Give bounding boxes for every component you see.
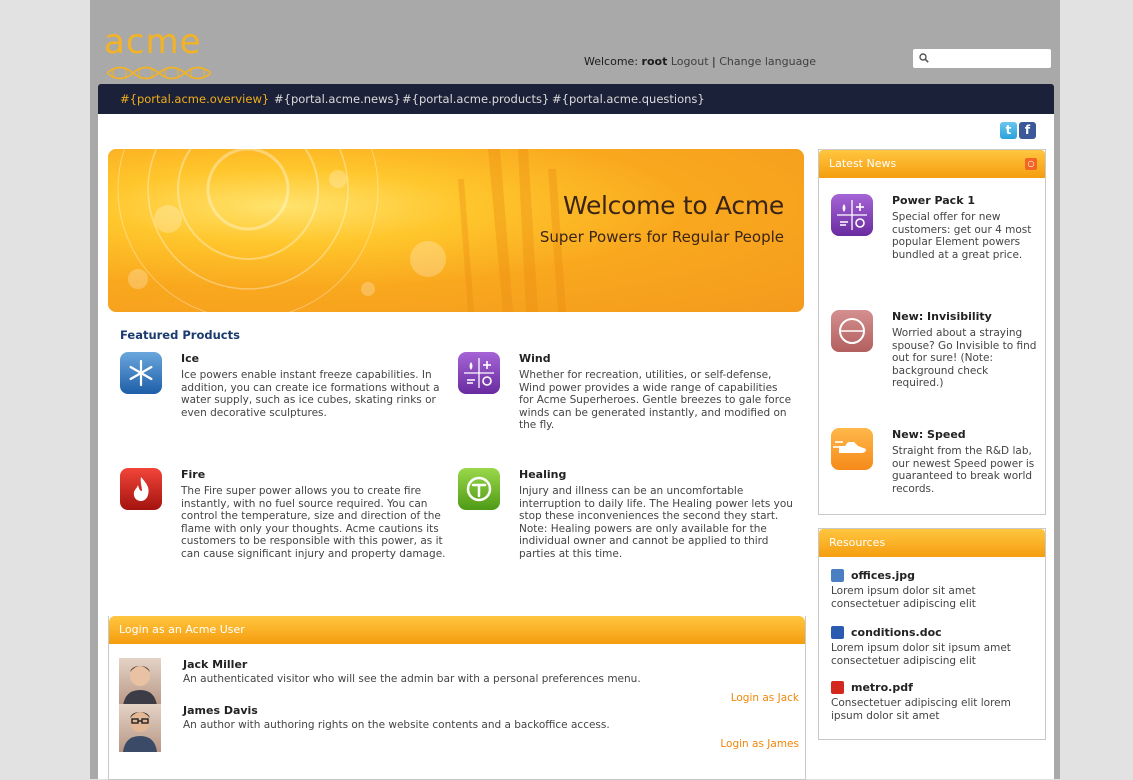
file-name[interactable]: conditions.doc bbox=[851, 626, 942, 639]
resources-heading: Resources bbox=[819, 529, 1045, 557]
latest-news-panel: Latest News ○ Power Pack 1 Special offer… bbox=[818, 149, 1046, 515]
product-description: The Fire super power allows you to creat… bbox=[181, 485, 446, 560]
news-description: Special offer for new customers: get our… bbox=[892, 211, 1032, 261]
login-panel-heading: Login as an Acme User bbox=[109, 616, 805, 644]
featured-products-heading: Featured Products bbox=[120, 328, 240, 342]
dna-icon bbox=[107, 66, 211, 80]
word-file-icon bbox=[831, 626, 844, 639]
user-description: An authenticated visitor who will see th… bbox=[183, 673, 641, 685]
healing-icon bbox=[458, 468, 500, 510]
avatar bbox=[119, 658, 161, 706]
welcome-separator: | bbox=[712, 55, 716, 68]
news-title: New: Invisibility bbox=[892, 310, 992, 323]
latest-news-title: Latest News bbox=[829, 157, 897, 170]
nav-products[interactable]: #{portal.acme.products} bbox=[402, 92, 549, 106]
nav-questions[interactable]: #{portal.acme.questions} bbox=[552, 92, 705, 106]
nav-overview[interactable]: #{portal.acme.overview} bbox=[120, 92, 269, 106]
search-icon bbox=[919, 53, 929, 63]
file-description: Lorem ipsum dolor sit amet consectetuer … bbox=[831, 585, 976, 610]
main-nav: #{portal.acme.overview} #{portal.acme.ne… bbox=[98, 84, 1054, 114]
latest-news-heading: Latest News ○ bbox=[819, 150, 1045, 178]
file-name[interactable]: metro.pdf bbox=[851, 681, 913, 694]
file-name[interactable]: offices.jpg bbox=[851, 569, 915, 582]
facebook-icon[interactable]: f bbox=[1019, 122, 1036, 139]
logout-link[interactable]: Logout bbox=[671, 55, 709, 68]
hero-banner: Welcome to Acme Super Powers for Regular… bbox=[108, 149, 804, 312]
welcome-bar: Welcome: root Logout | Change language bbox=[584, 55, 816, 68]
search-box[interactable] bbox=[913, 49, 1051, 68]
login-as-jack-link[interactable]: Login as Jack bbox=[731, 692, 799, 704]
product-name: Fire bbox=[181, 468, 206, 481]
resources-panel: Resources offices.jpg Lorem ipsum dolor … bbox=[818, 528, 1046, 740]
product-name: Healing bbox=[519, 468, 567, 481]
product-description: Ice powers enable instant freeze capabil… bbox=[181, 369, 440, 419]
avatar bbox=[119, 704, 161, 752]
logo-text: acme bbox=[104, 22, 202, 62]
user-name: Jack Miller bbox=[183, 658, 248, 671]
hero-subtitle: Super Powers for Regular People bbox=[539, 228, 784, 246]
image-file-icon bbox=[831, 569, 844, 582]
news-title: New: Speed bbox=[892, 428, 966, 441]
user-name: James Davis bbox=[183, 704, 258, 717]
username: root bbox=[641, 55, 668, 68]
news-description: Worried about a straying spouse? Go Invi… bbox=[892, 327, 1037, 389]
site-header: acme Welcome: root Logout | Change langu… bbox=[90, 8, 1060, 84]
nav-news[interactable]: #{portal.acme.news} bbox=[274, 92, 401, 106]
login-panel: Login as an Acme User Jack Miller An aut… bbox=[108, 616, 806, 780]
twitter-icon[interactable]: t bbox=[1000, 122, 1017, 139]
rss-icon[interactable]: ○ bbox=[1025, 158, 1037, 170]
news-title: Power Pack 1 bbox=[892, 194, 976, 207]
acme-logo[interactable]: acme bbox=[104, 22, 212, 80]
news-description: Straight from the R&D lab, our newest Sp… bbox=[892, 445, 1035, 495]
product-name: Ice bbox=[181, 352, 200, 365]
element-grid-icon bbox=[831, 194, 873, 236]
welcome-label: Welcome: bbox=[584, 55, 639, 68]
hero-title: Welcome to Acme bbox=[563, 191, 784, 220]
speed-shoe-icon bbox=[831, 428, 873, 470]
pdf-file-icon bbox=[831, 681, 844, 694]
product-description: Whether for recreation, utilities, or se… bbox=[519, 369, 792, 431]
product-description: Injury and illness can be an uncomfortab… bbox=[519, 485, 793, 560]
change-language-link[interactable]: Change language bbox=[719, 55, 816, 68]
login-as-james-link[interactable]: Login as James bbox=[720, 738, 799, 750]
product-name: Wind bbox=[519, 352, 551, 365]
file-description: Lorem ipsum dolor sit ipsum amet consect… bbox=[831, 642, 1011, 667]
search-input[interactable] bbox=[933, 50, 1049, 68]
flame-icon bbox=[120, 468, 162, 510]
main-content: t f Welcome to Acme Super Powers for Reg… bbox=[98, 114, 1054, 780]
element-grid-icon bbox=[458, 352, 500, 394]
file-description: Consectetuer adipiscing elit lorem ipsum… bbox=[831, 697, 1011, 722]
invisibility-icon bbox=[831, 310, 873, 352]
snowflake-icon bbox=[120, 352, 162, 394]
user-description: An author with authoring rights on the w… bbox=[183, 719, 610, 731]
